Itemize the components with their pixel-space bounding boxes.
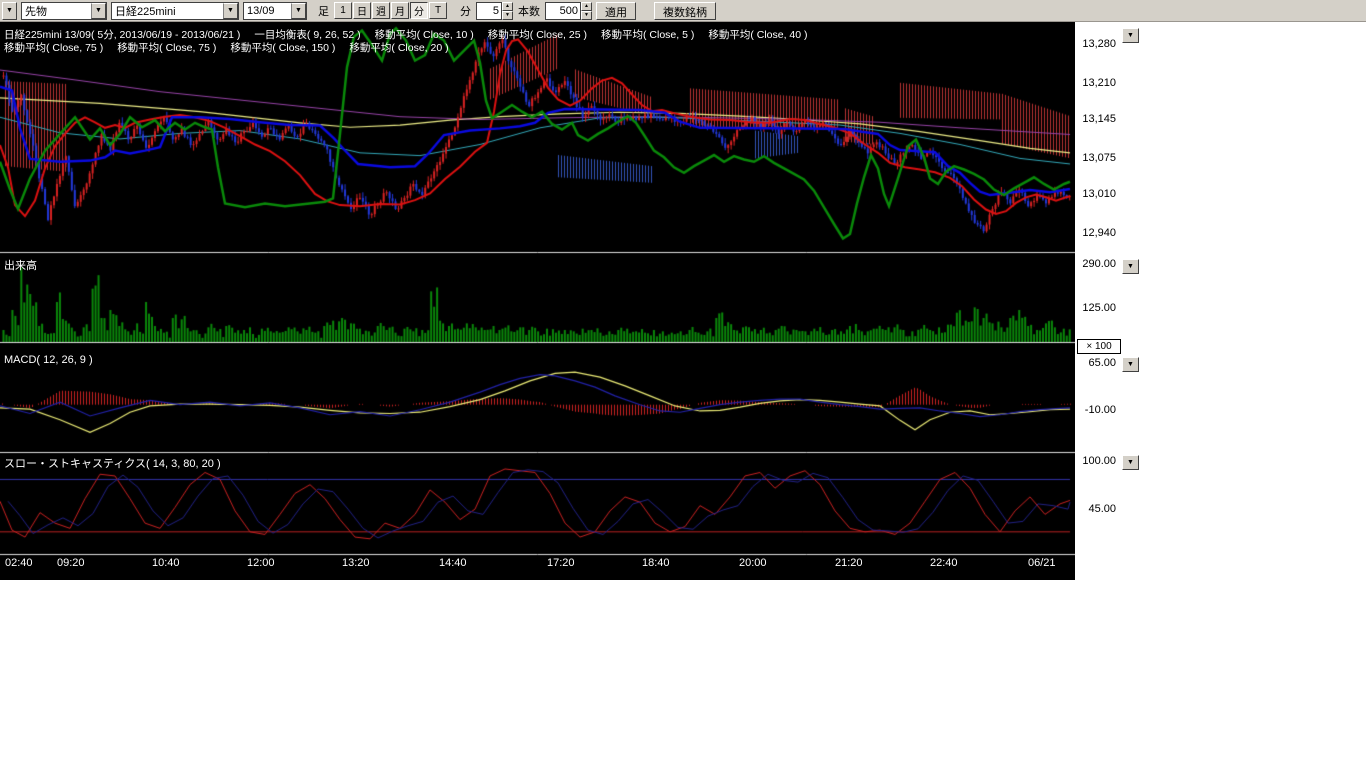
price-axis-label: 13,010 bbox=[1076, 188, 1116, 200]
volume-axis-label: 125.00 bbox=[1076, 302, 1116, 314]
price-axis-label: 13,280 bbox=[1076, 38, 1116, 50]
minute-spinner[interactable]: ▲▼ bbox=[502, 2, 513, 20]
price-axis-label: 13,210 bbox=[1076, 77, 1116, 89]
category-select-value: 先物 bbox=[25, 3, 47, 19]
period-button-T[interactable]: T bbox=[429, 2, 447, 19]
spinner-up-icon[interactable]: ▲ bbox=[581, 2, 592, 11]
chevron-down-icon: ▼ bbox=[291, 3, 306, 19]
toolbar-menu-button[interactable]: ▼ bbox=[2, 2, 17, 20]
period-button-group: 1日週月分T bbox=[334, 2, 447, 19]
macd-axis-label: -10.00 bbox=[1076, 404, 1116, 416]
bar-count-input[interactable] bbox=[545, 2, 581, 20]
macd-axis-label: 65.00 bbox=[1076, 357, 1116, 369]
pane-scroll-button[interactable]: ▼ bbox=[1122, 259, 1139, 274]
chevron-down-icon: ▼ bbox=[91, 3, 106, 19]
multi-symbol-button[interactable]: 複数銘柄 bbox=[654, 2, 716, 20]
contract-month-value: 13/09 bbox=[247, 5, 275, 17]
stoch-axis-label: 100.00 bbox=[1076, 455, 1116, 467]
chevron-down-icon: ▼ bbox=[223, 3, 238, 19]
spinner-down-icon[interactable]: ▼ bbox=[502, 11, 513, 20]
trading-app-window: ▼ 先物 ▼ 日経225mini ▼ 13/09 ▼ 足 1日週月分T 分 ▲▼… bbox=[0, 0, 1366, 768]
bar-count-spinner[interactable]: ▲▼ bbox=[581, 2, 592, 20]
minute-input-wrap: ▲▼ bbox=[476, 2, 513, 20]
symbol-select[interactable]: 日経225mini ▼ bbox=[111, 2, 239, 20]
volume-axis-label: 290.00 bbox=[1076, 258, 1116, 270]
contract-month-select[interactable]: 13/09 ▼ bbox=[243, 2, 307, 20]
pane-scroll-button[interactable]: ▼ bbox=[1122, 357, 1139, 372]
toolbar: ▼ 先物 ▼ 日経225mini ▼ 13/09 ▼ 足 1日週月分T 分 ▲▼… bbox=[0, 0, 1366, 22]
chevron-down-icon: ▼ bbox=[6, 7, 13, 14]
category-select[interactable]: 先物 ▼ bbox=[21, 2, 107, 20]
price-axis-label: 13,145 bbox=[1076, 113, 1116, 125]
period-button-週[interactable]: 週 bbox=[372, 2, 390, 19]
volume-multiplier-box: × 100 bbox=[1077, 339, 1121, 354]
period-button-分[interactable]: 分 bbox=[410, 2, 428, 19]
chart-canvas[interactable] bbox=[0, 22, 1075, 580]
bar-count-input-wrap: ▲▼ bbox=[545, 2, 592, 20]
period-button-1[interactable]: 1 bbox=[334, 2, 352, 19]
apply-button[interactable]: 適用 bbox=[596, 2, 636, 20]
period-button-月[interactable]: 月 bbox=[391, 2, 409, 19]
pane-scroll-button[interactable]: ▼ bbox=[1122, 455, 1139, 470]
pane-scroll-button[interactable]: ▼ bbox=[1122, 28, 1139, 43]
spinner-down-icon[interactable]: ▼ bbox=[581, 11, 592, 20]
price-axis-label: 13,075 bbox=[1076, 152, 1116, 164]
bar-count-label: 本数 bbox=[517, 3, 541, 19]
spinner-up-icon[interactable]: ▲ bbox=[502, 2, 513, 11]
stoch-axis-label: 45.00 bbox=[1076, 503, 1116, 515]
minute-unit-label: 分 bbox=[459, 3, 472, 19]
symbol-select-value: 日経225mini bbox=[115, 3, 176, 19]
period-button-日[interactable]: 日 bbox=[353, 2, 371, 19]
minute-input[interactable] bbox=[476, 2, 502, 20]
bar-type-label: 足 bbox=[317, 3, 330, 19]
price-axis-label: 12,940 bbox=[1076, 227, 1116, 239]
